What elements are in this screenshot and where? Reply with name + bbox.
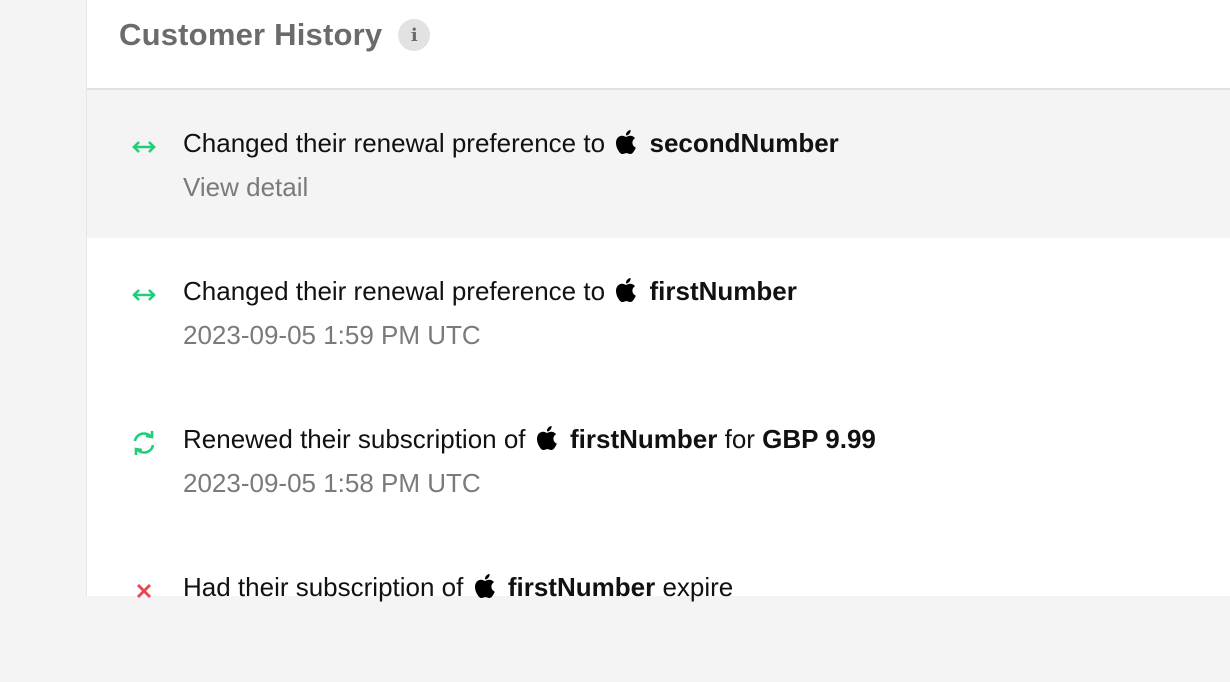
close-icon bbox=[129, 580, 159, 602]
event-text: Had their subscription of bbox=[183, 572, 464, 602]
event-description: Renewed their subscription of firstNumbe… bbox=[183, 424, 876, 457]
event-text: Renewed their subscription of bbox=[183, 424, 526, 454]
apple-icon bbox=[474, 574, 495, 605]
product-name: firstNumber bbox=[570, 424, 718, 454]
price-amount: GBP 9.99 bbox=[762, 424, 876, 454]
product-name: secondNumber bbox=[649, 128, 839, 158]
apple-icon bbox=[616, 278, 637, 309]
apple-icon bbox=[616, 130, 637, 161]
product-name: firstNumber bbox=[507, 572, 656, 602]
history-event[interactable]: Renewed their subscription of firstNumbe… bbox=[87, 386, 1230, 534]
event-text-suffix: expire bbox=[662, 572, 734, 602]
event-text-mid: for bbox=[724, 424, 755, 454]
event-timestamp: 2023-09-05 1:58 PM UTC bbox=[183, 468, 481, 498]
page-title: Customer History bbox=[119, 17, 383, 52]
event-description: Changed their renewal preference to seco… bbox=[183, 128, 839, 161]
swap-horizontal-icon bbox=[129, 284, 159, 306]
event-description: Changed their renewal preference to firs… bbox=[183, 276, 797, 309]
apple-icon bbox=[536, 426, 557, 457]
history-event[interactable]: Had their subscription of firstNumber ex… bbox=[87, 534, 1230, 682]
product-name: firstNumber bbox=[649, 276, 797, 306]
customer-history-panel: Customer History i Changed their renewal… bbox=[86, 0, 1230, 602]
event-description: Had their subscription of firstNumber ex… bbox=[183, 572, 733, 605]
swap-horizontal-icon bbox=[129, 136, 159, 158]
event-text: Changed their renewal preference to bbox=[183, 128, 606, 158]
history-event[interactable]: Changed their renewal preference to firs… bbox=[87, 238, 1230, 386]
info-icon[interactable]: i bbox=[398, 19, 431, 51]
renew-icon bbox=[129, 431, 159, 455]
history-event[interactable]: Changed their renewal preference to seco… bbox=[87, 90, 1230, 238]
view-detail-link[interactable]: View detail bbox=[183, 172, 308, 203]
event-text: Changed their renewal preference to bbox=[183, 276, 606, 306]
event-timestamp: 2023-09-05 1:59 PM UTC bbox=[183, 320, 481, 350]
panel-header: Customer History i bbox=[87, 0, 1230, 90]
